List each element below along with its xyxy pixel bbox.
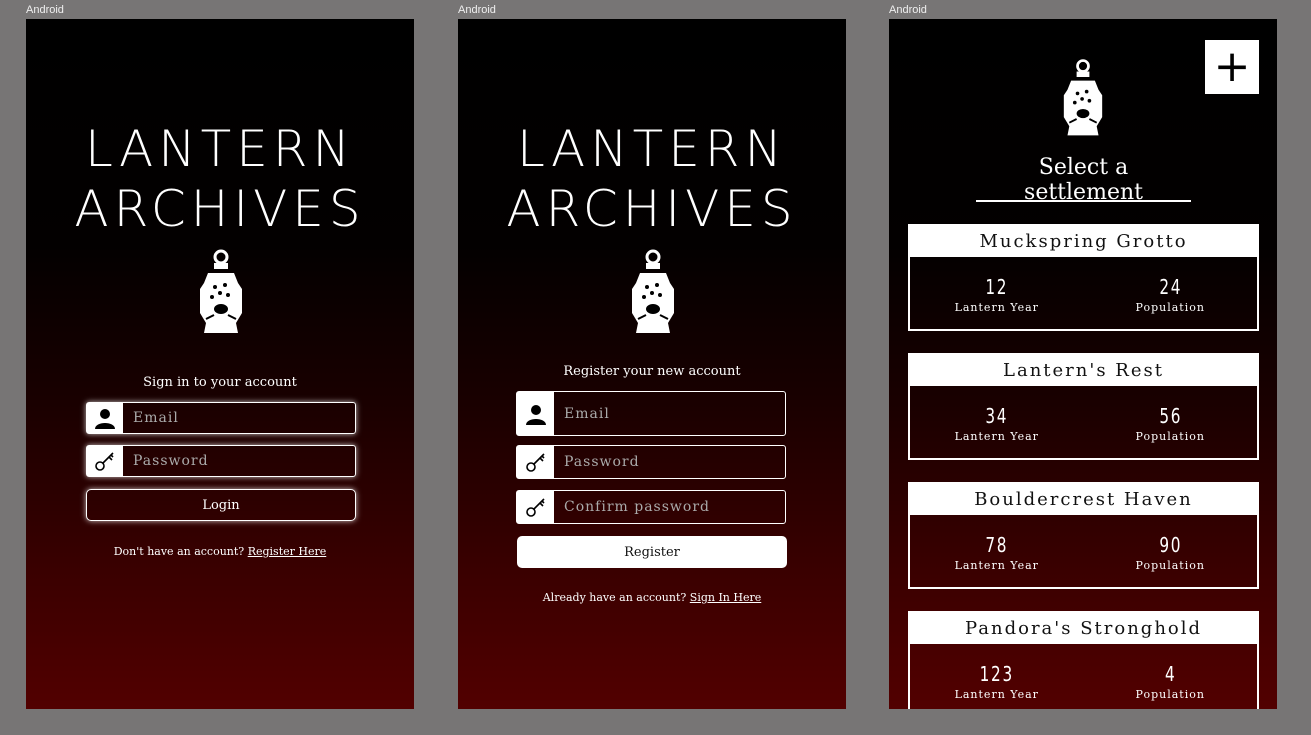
register-button[interactable]: Register	[517, 536, 787, 568]
lantern-logo-icon	[630, 249, 676, 335]
register-footer-text: Don't have an account?	[113, 545, 245, 558]
settlement-name: Pandora's Stronghold	[910, 613, 1257, 644]
lantern-year-label: Lantern Year	[954, 559, 1039, 572]
population-value: 56	[1158, 404, 1182, 428]
settlement-name: Bouldercrest Haven	[910, 484, 1257, 515]
settlement-name: Lantern's Rest	[910, 355, 1257, 386]
lantern-year-label: Lantern Year	[954, 301, 1039, 314]
lantern-year-label: Lantern Year	[954, 688, 1039, 701]
page-title: Select a settlement	[1024, 155, 1143, 205]
signin-footer: Already have an account? Sign In Here	[458, 591, 846, 604]
frame-label: Android	[889, 4, 927, 16]
population-label: Population	[1135, 430, 1205, 443]
population-label: Population	[1135, 559, 1205, 572]
brand-title-line1: LANTERN	[85, 120, 355, 178]
register-link[interactable]: Register Here	[248, 545, 327, 558]
email-field	[86, 402, 356, 434]
population-label: Population	[1135, 301, 1205, 314]
brand-title-line1: LANTERN	[517, 120, 787, 178]
register-prompt: Register your new account	[563, 364, 741, 379]
lantern-logo-icon	[1062, 57, 1104, 139]
add-settlement-button[interactable]: +	[1205, 40, 1259, 94]
population-value: 4	[1164, 662, 1176, 686]
confirm-password-field	[516, 490, 786, 524]
settlement-name: Muckspring Grotto	[910, 226, 1257, 257]
password-input[interactable]	[123, 446, 355, 476]
login-screen: LANTERN ARCHIVES Sign in to your account…	[26, 19, 414, 709]
frame-label: Android	[26, 4, 64, 16]
population-value: 24	[1158, 275, 1182, 299]
settlement-card[interactable]: Pandora's Stronghold 123 Lantern Year 4 Po…	[908, 611, 1259, 709]
register-footer: Don't have an account? Register Here	[26, 545, 414, 558]
lantern-year-value: 123	[979, 662, 1014, 686]
lantern-year-value: 12	[985, 275, 1009, 299]
title-divider	[976, 200, 1191, 202]
key-icon	[87, 446, 123, 476]
password-input[interactable]	[554, 446, 785, 478]
brand-title-line2: ARCHIVES	[506, 180, 798, 238]
signin-footer-text: Already have an account?	[542, 591, 687, 604]
settlement-card[interactable]: Muckspring Grotto 12 Lantern Year 24 Popul…	[908, 224, 1259, 331]
email-input[interactable]	[554, 392, 785, 435]
register-screen: LANTERN ARCHIVES Register your new accou…	[458, 19, 846, 709]
user-icon	[87, 403, 123, 433]
confirm-password-input[interactable]	[554, 491, 785, 523]
lantern-year-value: 78	[985, 533, 1009, 557]
password-field	[86, 445, 356, 477]
login-button[interactable]: Login	[86, 489, 356, 521]
lantern-year-value: 34	[985, 404, 1009, 428]
population-label: Population	[1135, 688, 1205, 701]
email-input[interactable]	[123, 403, 355, 433]
brand-title-line2: ARCHIVES	[74, 180, 366, 238]
settlement-card[interactable]: Bouldercrest Haven 78 Lantern Year 90 Popu…	[908, 482, 1259, 589]
password-field	[516, 445, 786, 479]
settlement-select-screen: + Select a settlement Muckspring Grotto …	[889, 19, 1277, 709]
key-icon	[517, 491, 554, 523]
lantern-logo-icon	[198, 249, 244, 335]
lantern-year-label: Lantern Year	[954, 430, 1039, 443]
frame-label: Android	[458, 4, 496, 16]
user-icon	[517, 392, 554, 435]
signin-link[interactable]: Sign In Here	[690, 591, 761, 604]
key-icon	[517, 446, 554, 478]
settlement-card[interactable]: Lantern's Rest 34 Lantern Year 56 Populati…	[908, 353, 1259, 460]
login-prompt: Sign in to your account	[143, 375, 297, 390]
population-value: 90	[1158, 533, 1182, 557]
email-field	[516, 391, 786, 436]
